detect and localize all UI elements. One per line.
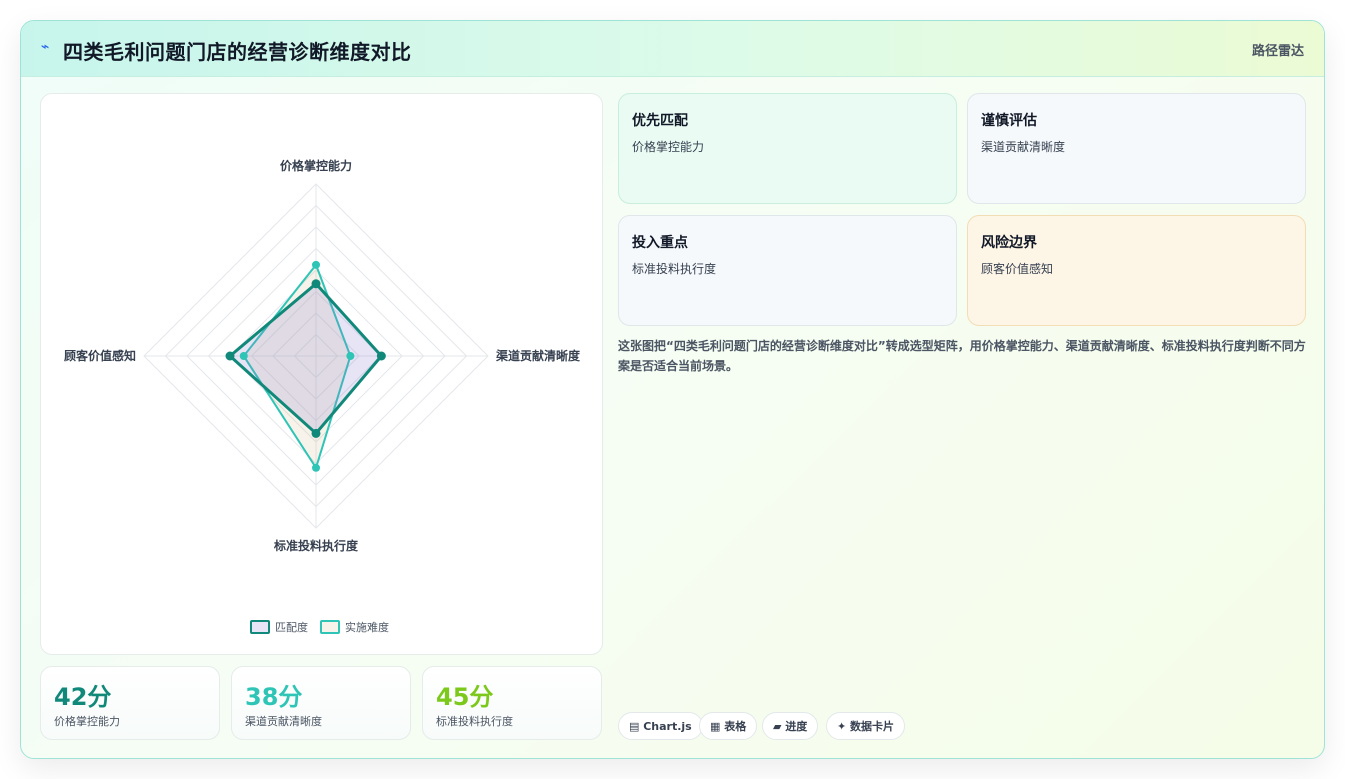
chip-label: ▰ 进度 [773,720,808,733]
box-risk-boundary: 风险边界 顾客价值感知 [967,215,1306,326]
chip-label: ▦ 表格 [710,720,747,733]
box-title: 风险边界 [981,235,1037,251]
stat-value: 45分 [436,683,494,711]
stat-value: 42分 [54,683,112,711]
box-body: 渠道贡献清晰度 [981,140,1066,154]
legend-swatch [250,620,270,634]
legend-label: 匹配度 [275,620,308,634]
axis-label: 顾客价值感知 [64,348,136,363]
data-point [311,428,321,438]
chip-label: ✦ 数据卡片 [837,720,895,733]
radar-chart-panel: 价格掌控能力渠道贡献清晰度标准投料执行度 顾客价值感知匹配度 实施难度 [40,93,603,655]
stat-card-standard-execution: 45分 标准投料执行度 [422,666,602,740]
box-title: 谨慎评估 [981,113,1037,129]
radar-chart: 价格掌控能力渠道贡献清晰度标准投料执行度 顾客价值感知匹配度 实施难度 [64,158,581,634]
header: ⌁ 四类毛利问题门店的经营诊断维度对比 路径雷达 [21,21,1324,77]
data-point [311,279,321,289]
box-title: 投入重点 [632,235,688,251]
stat-card-price-control: 42分 价格掌控能力 [40,666,220,740]
axis-label: 标准投料执行度 [273,538,359,553]
page-title: 四类毛利问题门店的经营诊断维度对比 [63,40,412,64]
stat-card-channel-clarity: 38分 渠道贡献清晰度 [231,666,411,740]
box-investment-focus: 投入重点 标准投料执行度 [618,215,957,326]
chip-data-cards[interactable]: ✦ 数据卡片 [826,712,906,740]
lightning-icon: ⌁ [41,39,50,55]
box-careful-evaluation: 谨慎评估 渠道贡献清晰度 [967,93,1306,204]
stat-value: 38分 [245,683,303,711]
data-point [376,351,386,361]
box-title: 优先匹配 [632,113,688,129]
stat-label: 标准投料执行度 [436,715,513,728]
chip-chartjs[interactable]: ▤ Chart.js [618,712,703,740]
dashboard-card: ⌁ 四类毛利问题门店的经营诊断维度对比 路径雷达 价格掌控能力 渠道贡献清晰度 标准… [20,20,1325,759]
data-point [225,351,235,361]
box-body: 顾客价值感知 [981,262,1054,276]
box-body: 标准投料执行度 [632,262,717,276]
box-priority-match: 优先匹配 价格掌控能力 [618,93,957,204]
legend-label: 实施难度 [345,620,389,634]
axis-label: 价格掌控能力 [280,158,352,173]
box-body: 价格掌控能力 [632,140,705,154]
series-area-match [227,281,384,436]
chip-progress[interactable]: ▰ 进度 [762,712,819,740]
stat-label: 渠道贡献清晰度 [245,715,322,728]
data-point [312,463,320,472]
view-tag[interactable]: 路径雷达 [1252,40,1304,59]
axis-label: 渠道贡献清晰度 [496,348,581,363]
chip-label: ▤ Chart.js [629,719,692,733]
chip-table[interactable]: ▦ 表格 [699,712,758,740]
data-point [312,260,320,269]
stat-label: 价格掌控能力 [54,715,120,728]
data-point [239,352,248,360]
data-point [346,352,355,360]
description-text: 这张图把“四类毛利问题门店的经营诊断维度对比”转成选型矩阵，用价格掌控能力、渠道… [618,339,1306,373]
legend-swatch [320,620,340,634]
